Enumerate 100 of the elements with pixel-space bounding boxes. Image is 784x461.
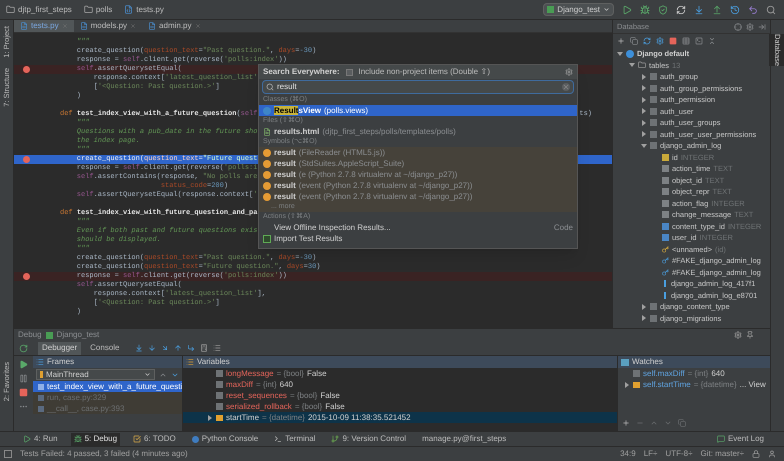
collapsed-arrow-icon[interactable] [641, 108, 647, 114]
table-icon[interactable] [682, 37, 690, 45]
debug-tab[interactable]: Console [86, 342, 124, 354]
debug-tab[interactable]: Debugger [38, 342, 82, 354]
status-item[interactable]: 34:9 [620, 448, 636, 460]
pane-title: Watches [632, 356, 663, 368]
search-result[interactable]: result (event (Python 2.7.8 virtualenv at ~/django_p27)) [259, 180, 577, 191]
settings-icon[interactable] [734, 331, 742, 339]
undo-icon[interactable] [748, 4, 758, 14]
tool-window-button[interactable]: manage.py@first_steps [419, 432, 510, 446]
thread-dropdown[interactable]: MainThread [36, 369, 155, 380]
status-item[interactable]: LF÷ [644, 448, 658, 460]
python-file-icon [20, 22, 28, 30]
corner-arrow-icon[interactable] [186, 344, 194, 352]
status-item[interactable]: Git: master÷ [700, 448, 744, 460]
search-result[interactable]: result (StdSuites.AppleScript_Suite) [259, 158, 577, 169]
collapsed-arrow-icon[interactable] [641, 85, 647, 92]
variable-row[interactable]: startTime = {datetime} 2015-10-09 11:38:35.521452 [183, 412, 617, 423]
run-config-dropdown[interactable]: Django_test [543, 3, 614, 16]
variable-row[interactable]: maxDiff = {int} 640 [183, 379, 617, 390]
checkbox[interactable] [346, 68, 352, 76]
collapsed-arrow-icon[interactable] [641, 131, 647, 138]
variable-row[interactable]: longMessage = {bool} False [183, 368, 617, 379]
search-icon[interactable] [766, 4, 776, 14]
arrow-down-icon[interactable] [134, 344, 142, 352]
pin-icon[interactable] [746, 331, 754, 339]
stack-frame[interactable]: test_index_view_with_a_future_questi [33, 381, 182, 392]
arrow-up-icon[interactable] [650, 419, 658, 427]
breakpoint-icon[interactable] [23, 66, 30, 73]
watch-row[interactable]: self.maxDiff = {int} 640 [618, 368, 770, 379]
collapsed-arrow-icon[interactable] [641, 120, 647, 126]
collapsed-arrow-icon[interactable] [641, 96, 647, 103]
variable-row[interactable]: reset_sequences = {bool} False [183, 390, 617, 401]
editor-tab[interactable]: models.py [74, 20, 142, 32]
editor-tab[interactable]: admin.py [142, 20, 207, 32]
stop-icon[interactable] [19, 388, 28, 397]
expanded-arrow-icon[interactable] [629, 62, 635, 68]
search-result[interactable]: Import Test Results [259, 233, 577, 244]
console-icon[interactable] [695, 37, 703, 45]
tool-window-button[interactable]: Python Console [188, 432, 262, 446]
breadcrumb[interactable]: tests.py [122, 4, 166, 16]
tool-window-button[interactable]: 6: TODO [130, 432, 179, 446]
list-icon[interactable] [212, 344, 220, 352]
refresh-icon[interactable] [676, 4, 686, 14]
tool-window-button[interactable]: 9: Version Control [328, 432, 410, 446]
person-icon[interactable] [768, 450, 776, 458]
collapsed-arrow-icon[interactable] [641, 315, 647, 322]
add-icon[interactable] [622, 419, 630, 427]
tool-window-button[interactable]: Terminal [271, 432, 318, 446]
breadcrumb[interactable]: djtp_first_steps [4, 4, 74, 16]
expanded-arrow-icon[interactable] [617, 50, 623, 57]
arrow-down-icon[interactable] [148, 344, 156, 352]
status-item[interactable]: UTF-8÷ [665, 448, 692, 460]
resume-icon[interactable] [19, 360, 28, 369]
search-result[interactable]: results.html (djtp_first_steps/polls/templates/polls) [259, 126, 577, 137]
copy-icon[interactable] [630, 37, 638, 45]
add-icon[interactable] [617, 37, 625, 45]
tool-window-button[interactable]: Event Log [716, 433, 764, 445]
stop-icon[interactable] [669, 37, 677, 45]
search-field[interactable]: result [262, 80, 574, 94]
refresh-icon[interactable] [643, 37, 651, 45]
object-icon [633, 382, 640, 388]
tool-window-button[interactable]: 4: Run [20, 432, 61, 446]
hide-icon[interactable] [758, 22, 766, 30]
search-result[interactable]: View Offline Inspection Results... Code [259, 222, 577, 233]
settings-icon[interactable] [565, 68, 573, 76]
watch-row[interactable]: self.startTime = {datetime} ... View [618, 379, 770, 390]
lock-icon[interactable] [752, 450, 760, 458]
arrow-down-icon[interactable] [694, 4, 704, 14]
collapsed-arrow-icon[interactable] [624, 382, 630, 388]
breakpoint-icon[interactable] [23, 273, 30, 280]
settings-icon[interactable] [746, 22, 754, 30]
tool-window-button[interactable]: 5: Debug [70, 432, 120, 446]
rerun-icon[interactable] [19, 344, 28, 352]
collapsed-arrow-icon[interactable] [207, 414, 213, 420]
search-result[interactable]: result (e (Python 2.7.8 virtualenv at ~/django_p27)) [259, 169, 577, 180]
pause-icon[interactable] [19, 374, 28, 383]
collapse-icon[interactable] [708, 37, 716, 45]
status-message: Tests Failed: 4 passed, 3 failed (4 minutes ago) [20, 448, 188, 460]
collapsed-arrow-icon[interactable] [641, 74, 647, 80]
arrow-up-icon[interactable] [712, 4, 722, 14]
history-icon[interactable] [730, 4, 740, 14]
arrow-up-icon[interactable] [174, 344, 182, 352]
crosshair-icon[interactable] [734, 22, 742, 30]
expanded-arrow-icon[interactable] [641, 142, 647, 149]
search-query[interactable]: result [277, 81, 559, 93]
arrow-down-icon[interactable] [664, 419, 672, 427]
gear-icon[interactable] [656, 37, 664, 45]
shield-icon[interactable] [658, 4, 668, 14]
search-result[interactable]: result (FileReader (HTML5.js)) [259, 147, 577, 158]
calculator-icon[interactable] [200, 344, 208, 352]
clear-icon[interactable] [562, 83, 570, 91]
arrow-down-right-icon[interactable] [160, 344, 168, 352]
search-result[interactable]: result (event (Python 2.7.8 virtualenv at ~/django_p27)) [259, 191, 577, 202]
collapsed-arrow-icon[interactable] [641, 304, 647, 310]
breadcrumb[interactable]: polls [82, 4, 114, 16]
run-icon[interactable] [622, 4, 632, 14]
variable-row[interactable]: serialized_rollback = {bool} False [183, 401, 617, 412]
copy-icon[interactable] [678, 419, 686, 427]
bug-icon[interactable] [640, 4, 650, 14]
